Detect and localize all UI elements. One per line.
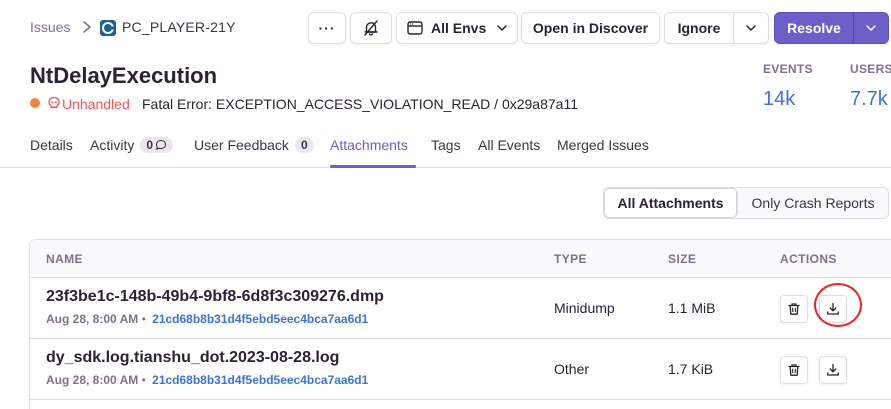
events-count[interactable]: 14k <box>763 88 795 111</box>
attachment-size: 1.7 KiB <box>668 361 714 377</box>
tab-all-events[interactable]: All Events <box>478 137 540 153</box>
table-header: NAME TYPE SIZE ACTIONS <box>30 240 891 278</box>
tab-merged-label: Merged Issues <box>557 137 649 153</box>
resolve-label: Resolve <box>787 20 841 36</box>
attachment-date: Aug 28, 8:00 AM <box>46 312 139 326</box>
header-actions: ACTIONS <box>780 252 837 266</box>
window-icon <box>407 21 423 35</box>
table-row: dy_sdk.log.tianshu_dot.2023-08-28.log Au… <box>30 339 891 400</box>
more-actions-label: ··· <box>318 20 336 36</box>
meta-separator: • <box>141 312 146 326</box>
tab-attachments-label: Attachments <box>330 137 408 153</box>
ignore-dropdown-button[interactable] <box>733 12 769 44</box>
users-count[interactable]: 7.7k <box>850 88 888 111</box>
error-message: Fatal Error: EXCEPTION_ACCESS_VIOLATION_… <box>142 96 578 112</box>
event-id-link[interactable]: 21cd68b8b31d4f5ebd5eec4bca7aa6d1 <box>152 312 368 326</box>
chevron-down-icon <box>866 25 876 31</box>
attachment-name[interactable]: dy_sdk.log.tianshu_dot.2023-08-28.log <box>46 349 339 367</box>
active-tab-indicator <box>330 165 416 168</box>
tab-all-events-label: All Events <box>478 137 541 153</box>
meta-separator: • <box>141 373 146 387</box>
attachment-type: Minidump <box>554 300 615 316</box>
filter-crash-label: Only Crash Reports <box>751 195 875 211</box>
unhandled-badge: Unhandled <box>62 96 130 112</box>
attachment-meta: Aug 28, 8:00 AM • 21cd68b8b31d4f5ebd5eec… <box>46 312 368 326</box>
filter-only-crash-reports[interactable]: Only Crash Reports <box>738 188 888 218</box>
events-label: EVENTS <box>763 62 813 76</box>
tab-details[interactable]: Details <box>30 137 73 153</box>
header-type: TYPE <box>554 252 587 266</box>
table-row: 23f3be1c-148b-49b4-9bf8-6d8f3c309276.dmp… <box>30 278 891 339</box>
attachment-type: Other <box>554 361 590 377</box>
tab-activity[interactable]: Activity 0 <box>90 137 174 153</box>
resolve-dropdown-button[interactable] <box>853 12 889 44</box>
filter-all-attachments[interactable]: All Attachments <box>604 188 738 218</box>
breadcrumb-issues-link[interactable]: Issues <box>30 19 70 35</box>
open-in-discover-button[interactable]: Open in Discover <box>521 12 660 44</box>
attachment-meta: Aug 28, 8:00 AM • 21cd68b8b31d4f5ebd5eec… <box>46 373 368 387</box>
activity-count: 0 <box>146 138 154 152</box>
highlight-annotation-circle <box>814 283 862 327</box>
event-id-link[interactable]: 21cd68b8b31d4f5ebd5eec4bca7aa6d1 <box>152 373 368 387</box>
tab-feedback-label: User Feedback <box>194 137 289 153</box>
project-platform-icon <box>100 20 116 36</box>
activity-count-badge: 0 <box>140 137 174 153</box>
comment-icon <box>155 139 167 150</box>
mute-button[interactable] <box>350 12 392 44</box>
environment-label: All Envs <box>431 20 487 36</box>
attachment-size: 1.1 MiB <box>668 300 716 316</box>
attachment-filter: All Attachments Only Crash Reports <box>603 187 889 219</box>
more-actions-button[interactable]: ··· <box>308 12 346 44</box>
tab-tags[interactable]: Tags <box>431 137 461 153</box>
level-indicator-dot <box>30 98 40 108</box>
chevron-down-icon <box>497 25 507 31</box>
open-in-discover-label: Open in Discover <box>532 20 649 36</box>
attachment-date: Aug 28, 8:00 AM <box>46 373 139 387</box>
skull-icon <box>48 96 60 109</box>
tabs-divider <box>0 167 891 168</box>
delete-button[interactable] <box>780 295 808 323</box>
tab-user-feedback[interactable]: User Feedback 0 <box>194 137 314 153</box>
header-name: NAME <box>46 252 83 266</box>
attachments-table: NAME TYPE SIZE ACTIONS 23f3be1c-148b-49b… <box>29 239 891 409</box>
feedback-count-badge: 0 <box>294 137 314 153</box>
trash-icon <box>788 364 800 376</box>
resolve-button[interactable]: Resolve <box>774 12 854 44</box>
ignore-button[interactable]: Ignore <box>664 12 734 44</box>
tab-activity-label: Activity <box>90 137 135 153</box>
header-size: SIZE <box>668 252 697 266</box>
tab-merged-issues[interactable]: Merged Issues <box>557 137 649 153</box>
trash-icon <box>788 303 800 315</box>
environment-selector[interactable]: All Envs <box>396 12 518 44</box>
delete-button[interactable] <box>780 356 808 384</box>
ignore-label: Ignore <box>677 20 721 36</box>
attachment-name[interactable]: 23f3be1c-148b-49b4-9bf8-6d8f3c309276.dmp <box>46 288 384 306</box>
bell-off-icon <box>364 20 378 36</box>
tab-attachments[interactable]: Attachments <box>330 137 408 153</box>
download-icon <box>827 363 839 376</box>
chevron-right-icon <box>83 21 91 33</box>
tab-details-label: Details <box>30 137 73 153</box>
issue-title: NtDelayExecution <box>30 63 218 88</box>
tab-tags-label: Tags <box>431 137 461 153</box>
download-button[interactable] <box>819 356 847 384</box>
filter-all-label: All Attachments <box>617 195 724 211</box>
users-label: USERS <box>850 62 891 76</box>
breadcrumb-project[interactable]: PC_PLAYER-21Y <box>122 19 236 35</box>
feedback-count: 0 <box>300 138 308 152</box>
chevron-down-icon <box>746 25 756 31</box>
